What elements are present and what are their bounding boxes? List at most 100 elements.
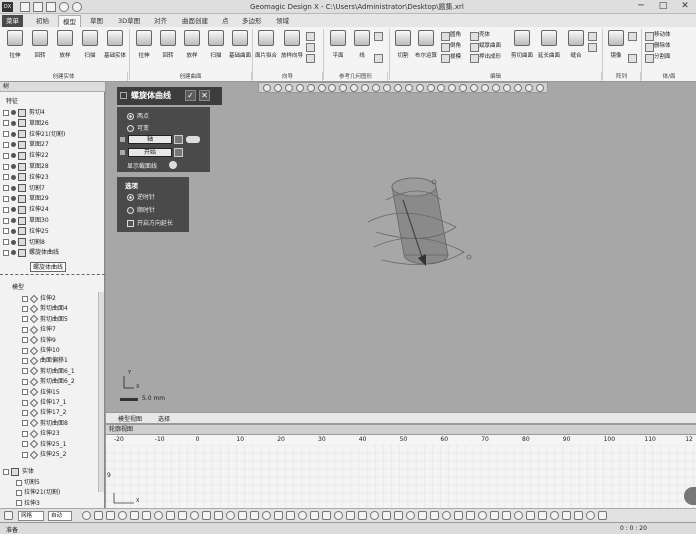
toolbar-tool-icon[interactable]	[262, 511, 271, 520]
visibility-icon[interactable]	[11, 207, 16, 213]
toolbar-tool-icon[interactable]	[598, 511, 607, 520]
tab-initial[interactable]: 初始	[32, 15, 53, 27]
view-tool-icon[interactable]	[339, 84, 348, 92]
toolbar-tool-icon[interactable]	[250, 511, 259, 520]
surface-extrude-button[interactable]: 拉伸	[132, 30, 156, 70]
toolbar-tool-icon[interactable]	[298, 511, 307, 520]
wizard-small-3[interactable]	[306, 53, 315, 63]
ref-csys-button[interactable]	[374, 53, 383, 63]
expand-icon[interactable]	[3, 239, 9, 246]
tab-scroll-arrows[interactable]	[656, 414, 692, 422]
undo-icon[interactable]	[59, 2, 69, 12]
method-two-points-radio[interactable]: 两点	[127, 111, 149, 120]
cut-button[interactable]: 切割	[391, 30, 415, 70]
expand-icon[interactable]	[3, 131, 9, 138]
view-tool-icon[interactable]	[317, 84, 326, 92]
view-tool-icon[interactable]	[459, 84, 468, 92]
feature-item[interactable]: 草图29	[3, 194, 49, 204]
toolbar-tool-icon[interactable]	[130, 511, 139, 520]
checkbox-icon[interactable]	[22, 295, 28, 302]
tab-surface-create[interactable]: 曲面创建	[178, 15, 212, 27]
auto-select[interactable]: 自动	[48, 511, 72, 521]
toolbar-tool-icon[interactable]	[430, 511, 439, 520]
feature-item[interactable]: 草图27	[3, 140, 49, 150]
toolbar-tool-icon[interactable]	[334, 511, 343, 520]
surface-sweep-button[interactable]: 扫描	[204, 30, 228, 70]
model-item[interactable]: 拉伸2	[22, 294, 56, 304]
model-item[interactable]: 剪切曲面5	[22, 315, 68, 325]
tab-sketch[interactable]: 草图	[86, 15, 107, 27]
feature-item[interactable]: 拉伸22	[3, 151, 49, 161]
view-tool-icon[interactable]	[284, 84, 293, 92]
close-button[interactable]: ✕	[674, 0, 696, 14]
tab-model[interactable]: 模型	[58, 15, 81, 27]
toolbar-tool-icon[interactable]	[190, 511, 199, 520]
checkbox-icon[interactable]	[22, 368, 28, 375]
toolbar-tool-icon[interactable]	[94, 511, 103, 520]
save-icon[interactable]	[46, 2, 56, 12]
checkbox-icon[interactable]	[16, 500, 22, 507]
checkbox-icon[interactable]	[22, 430, 28, 437]
checkbox-icon[interactable]	[22, 347, 28, 354]
visibility-icon[interactable]	[11, 218, 16, 223]
toolbar-tool-icon[interactable]	[106, 511, 115, 520]
feature-item[interactable]: 拉伸21(切割)	[3, 130, 65, 140]
checkbox-icon[interactable]	[22, 357, 28, 364]
toolbar-tool-icon[interactable]	[550, 511, 559, 520]
toolbar-tool-icon[interactable]	[214, 511, 223, 520]
model-item[interactable]: 拉伸10	[22, 346, 60, 356]
toolbar-tool-icon[interactable]	[154, 511, 163, 520]
expand-icon[interactable]	[3, 109, 9, 116]
expand-icon[interactable]	[3, 249, 9, 256]
emboss-button[interactable]: 押出成形	[470, 53, 501, 63]
solid-primitive-button[interactable]: 基础实体	[103, 30, 127, 70]
toolbar-tool-icon[interactable]	[490, 511, 499, 520]
profile-view[interactable]: 9 X -20 -10 0 10 20 30 40 50 60 70 80 90 100 110 12	[106, 435, 696, 508]
delete-body-button[interactable]: 删除体	[645, 42, 671, 52]
model-item[interactable]: 剪切曲面4	[22, 304, 68, 314]
checkbox-icon[interactable]	[16, 479, 22, 486]
panel-pin-icon[interactable]	[120, 92, 127, 99]
array-small-2[interactable]	[628, 53, 637, 63]
model-item[interactable]: 拉伸15	[22, 387, 60, 398]
feature-item[interactable]: 拉伸23	[3, 173, 49, 183]
model-item[interactable]: 拉伸17_2	[22, 408, 66, 418]
thicken-button[interactable]: 赋厚曲面	[470, 42, 501, 52]
feature-item[interactable]: 切割8	[3, 238, 45, 248]
checkbox-icon[interactable]	[22, 389, 28, 396]
feature-item[interactable]: 拉伸25	[3, 227, 49, 237]
view-tool-icon[interactable]	[437, 84, 446, 92]
axis-direction-toggle[interactable]	[186, 136, 200, 143]
feature-item[interactable]: 螺旋体曲线	[3, 248, 59, 258]
solid-loft-button[interactable]: 放样	[53, 30, 77, 70]
model-item[interactable]: 拉伸7	[22, 325, 56, 335]
expand-icon[interactable]	[3, 152, 9, 159]
expand-icon[interactable]	[3, 185, 9, 192]
new-file-icon[interactable]	[20, 2, 30, 12]
loft-wizard-button[interactable]: 放样向导	[280, 30, 304, 70]
visibility-icon[interactable]	[11, 110, 16, 115]
view-tool-icon[interactable]	[448, 84, 457, 92]
toolbar-tool-icon[interactable]	[178, 511, 187, 520]
tab-model-view[interactable]: 模型视图	[118, 414, 142, 423]
model-item[interactable]: 剪切曲面6_1	[22, 367, 75, 377]
navigation-dial-icon[interactable]	[684, 487, 696, 505]
surface-loft-button[interactable]: 放样	[180, 30, 204, 70]
open-file-icon[interactable]	[33, 2, 43, 12]
line-button[interactable]: 线	[350, 30, 374, 70]
toolbar-tool-icon[interactable]	[274, 511, 283, 520]
checkbox-icon[interactable]	[22, 337, 28, 344]
expand-icon[interactable]	[3, 228, 9, 235]
feature-item[interactable]: 草图28	[3, 162, 49, 172]
toolbar-tool-icon[interactable]	[370, 511, 379, 520]
toolbar-tool-icon[interactable]	[502, 511, 511, 520]
solid-sweep-button[interactable]: 扫描	[78, 30, 102, 70]
view-tool-icon[interactable]	[372, 84, 380, 92]
shell-button[interactable]: 壳体	[470, 31, 490, 41]
cancel-button[interactable]: ✕	[199, 90, 210, 101]
toolbar-tool-icon[interactable]	[310, 511, 319, 520]
feature-item[interactable]: 切割7	[3, 184, 45, 194]
visibility-icon[interactable]	[11, 228, 16, 234]
checkbox-icon[interactable]	[22, 399, 28, 406]
tab-polygon[interactable]: 多边形	[238, 15, 266, 27]
